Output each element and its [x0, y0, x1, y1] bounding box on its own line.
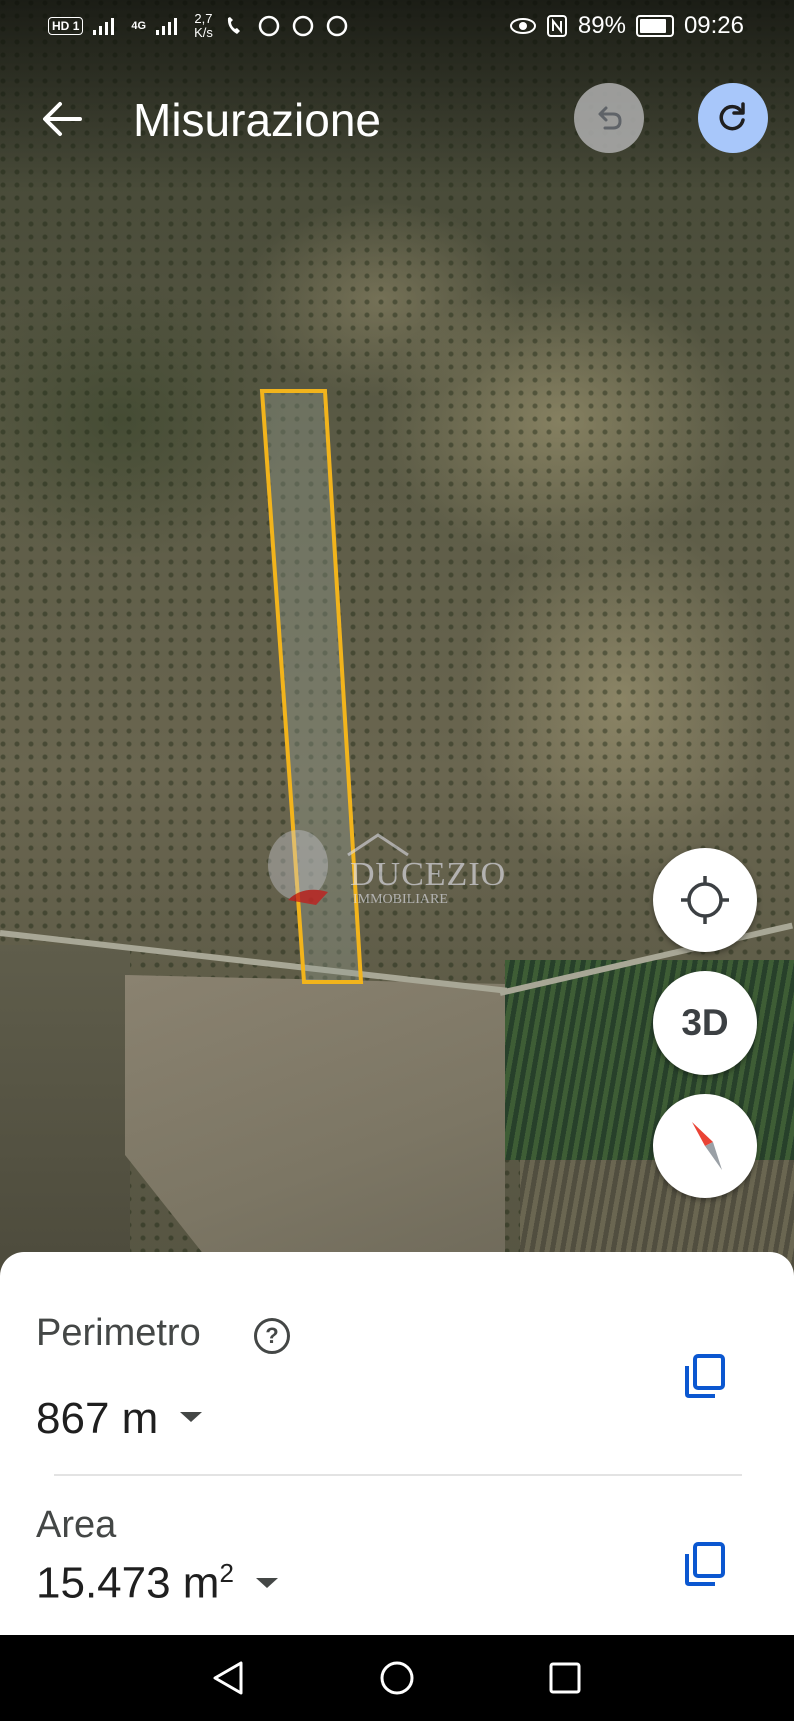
back-button[interactable] — [36, 93, 88, 145]
redo-button[interactable] — [698, 83, 768, 153]
signal-icon — [156, 18, 178, 35]
view-3d-button[interactable]: 3D — [653, 971, 757, 1075]
status-bar: HD 1 4G 2,7 K/s 89% 09:26 — [0, 0, 794, 56]
home-circle-icon — [380, 1661, 414, 1695]
chevron-down-icon[interactable] — [180, 1412, 202, 1422]
system-nav-bar — [0, 1635, 794, 1721]
nav-back-button[interactable] — [205, 1655, 251, 1701]
undo-button[interactable] — [574, 83, 644, 153]
arrow-left-icon — [43, 102, 82, 136]
compass-icon — [692, 1122, 722, 1170]
watermark-text: DUCEZIO — [350, 856, 507, 893]
status-right: 89% 09:26 — [509, 12, 744, 40]
eye-icon — [509, 18, 536, 34]
divider — [54, 1474, 742, 1476]
wifi-calling-icon — [227, 17, 240, 34]
recents-square-icon — [549, 1662, 581, 1694]
area-value[interactable]: 15.473 m2 — [36, 1558, 234, 1609]
chevron-down-icon[interactable] — [256, 1578, 278, 1588]
watermark-logo: DUCEZIO IMMOBILIARE — [258, 820, 538, 920]
battery-icon — [635, 15, 674, 37]
redo-icon — [719, 102, 745, 131]
copy-icon[interactable] — [681, 1352, 729, 1400]
crosshair-icon — [681, 876, 729, 924]
nav-recents-button[interactable] — [542, 1655, 588, 1701]
area-label: Area — [36, 1504, 117, 1546]
area-unit-exponent: 2 — [219, 1558, 234, 1588]
back-triangle-icon — [213, 1661, 243, 1695]
nfc-icon — [546, 15, 567, 37]
status-left: HD 1 4G 2,7 K/s — [48, 12, 349, 40]
measurement-panel: Perimetro ? 867 m Area 15.473 m2 — [0, 1252, 794, 1635]
copy-icon[interactable] — [681, 1540, 729, 1588]
whatsapp-icon — [258, 15, 280, 37]
app-bar: Misurazione — [0, 75, 794, 165]
compass-button[interactable] — [653, 1094, 757, 1198]
perimeter-value[interactable]: 867 m — [36, 1394, 158, 1444]
undo-icon — [598, 106, 622, 130]
watermark-subtext: IMMOBILIARE — [353, 892, 448, 907]
hd-badge: HD 1 — [48, 17, 84, 35]
help-icon[interactable]: ? — [254, 1318, 290, 1354]
my-location-button[interactable] — [653, 848, 757, 952]
network-type: 4G — [131, 20, 147, 32]
nav-home-button[interactable] — [374, 1655, 420, 1701]
perimeter-label: Perimetro — [36, 1312, 201, 1354]
whatsapp-icon — [326, 15, 348, 37]
measured-plot-outline[interactable] — [0, 0, 794, 1280]
circle-icon — [292, 15, 314, 37]
page-title: Misurazione — [133, 94, 381, 146]
signal-icon — [93, 18, 115, 35]
battery-percent: 89% — [577, 12, 626, 39]
clock: 09:26 — [683, 12, 744, 39]
network-speed: 2,7 K/s — [194, 11, 213, 40]
